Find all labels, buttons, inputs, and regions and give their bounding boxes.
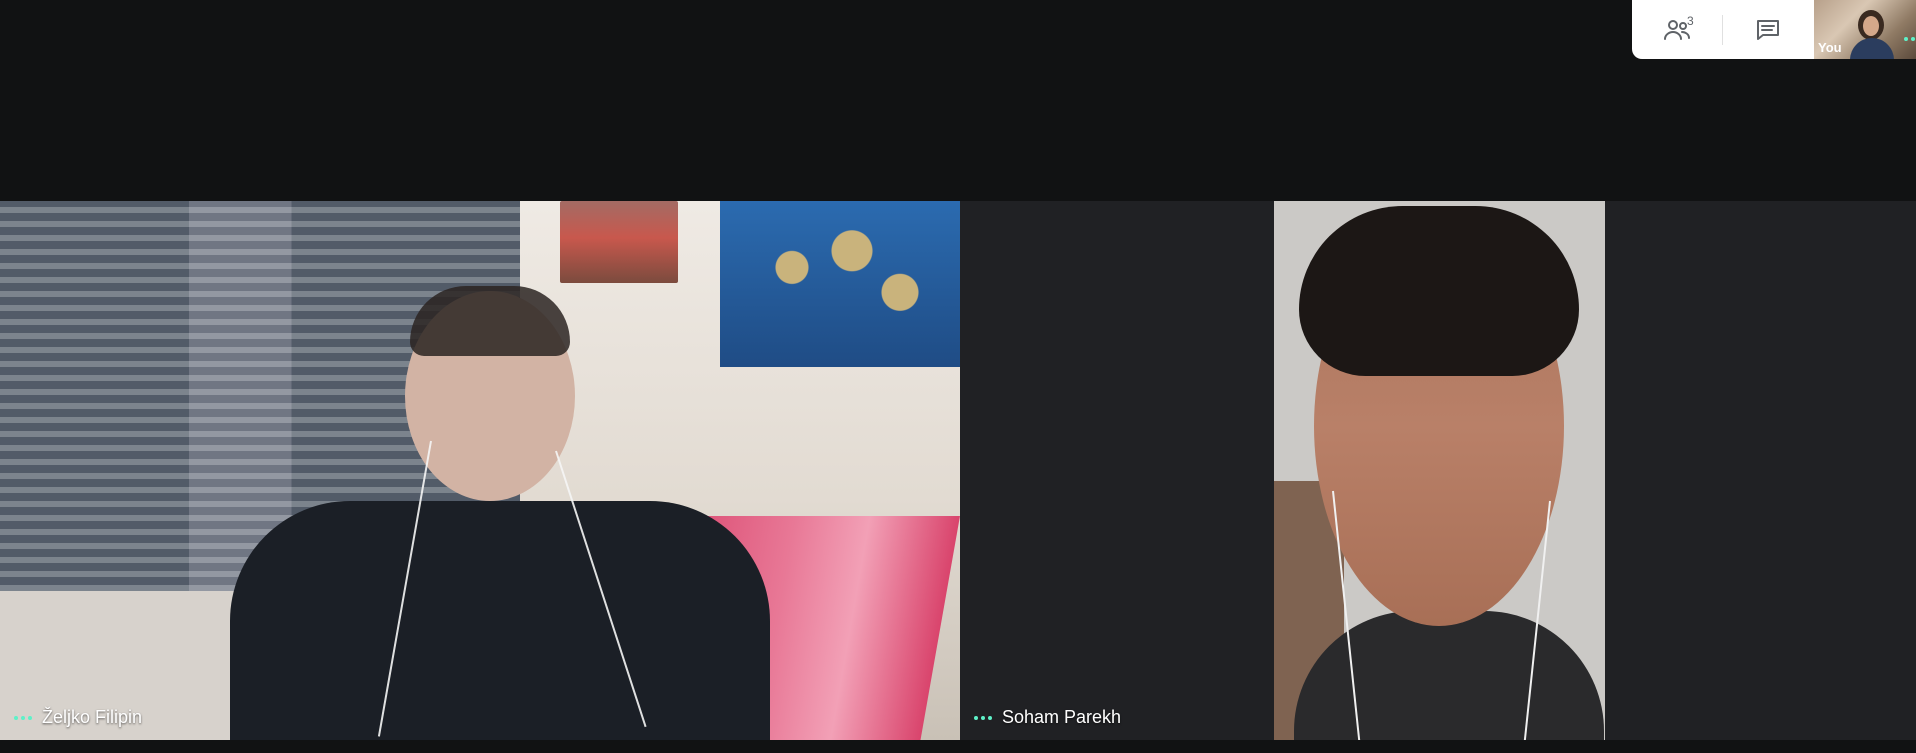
- audio-dot: [988, 715, 992, 720]
- audio-dot: [1911, 37, 1915, 41]
- chat-button[interactable]: [1723, 0, 1813, 59]
- self-audio-indicator: [1904, 37, 1916, 41]
- participant-video: [1274, 201, 1605, 740]
- self-view-label: You: [1818, 40, 1842, 55]
- background-poster-car: [560, 201, 678, 283]
- chat-icon: [1757, 19, 1779, 40]
- participants-grid: Željko Filipin Soham Parekh: [0, 201, 1916, 740]
- bottom-bar: [0, 740, 1916, 753]
- audio-indicator: [14, 715, 32, 720]
- audio-dot: [14, 715, 18, 720]
- people-button[interactable]: 3: [1632, 0, 1722, 59]
- participant-video-body: [230, 501, 770, 740]
- participant-name-tag: Željko Filipin: [14, 707, 142, 728]
- audio-dot: [21, 715, 25, 720]
- audio-dot: [981, 715, 985, 720]
- participant-video-hair: [410, 286, 570, 356]
- participant-name: Željko Filipin: [42, 707, 143, 727]
- call-controls-card: 3: [1632, 0, 1814, 59]
- video-call-app: 3 You Željko Filipin Soham Parekh: [0, 0, 1916, 753]
- audio-dot: [974, 715, 978, 720]
- participant-name-tag: Soham Parekh: [974, 707, 1121, 728]
- audio-indicator: [974, 715, 992, 720]
- participant-video-hair: [1299, 206, 1579, 376]
- audio-dot: [28, 715, 32, 720]
- background-poster-map: [720, 201, 960, 367]
- self-avatar-face: [1863, 16, 1879, 36]
- participant-tile[interactable]: Željko Filipin: [0, 201, 960, 740]
- self-view-tile[interactable]: You: [1814, 0, 1916, 59]
- self-avatar-body: [1850, 38, 1894, 59]
- people-count-badge: 3: [1687, 14, 1694, 28]
- participant-name: Soham Parekh: [1002, 707, 1122, 727]
- audio-dot: [1904, 37, 1908, 41]
